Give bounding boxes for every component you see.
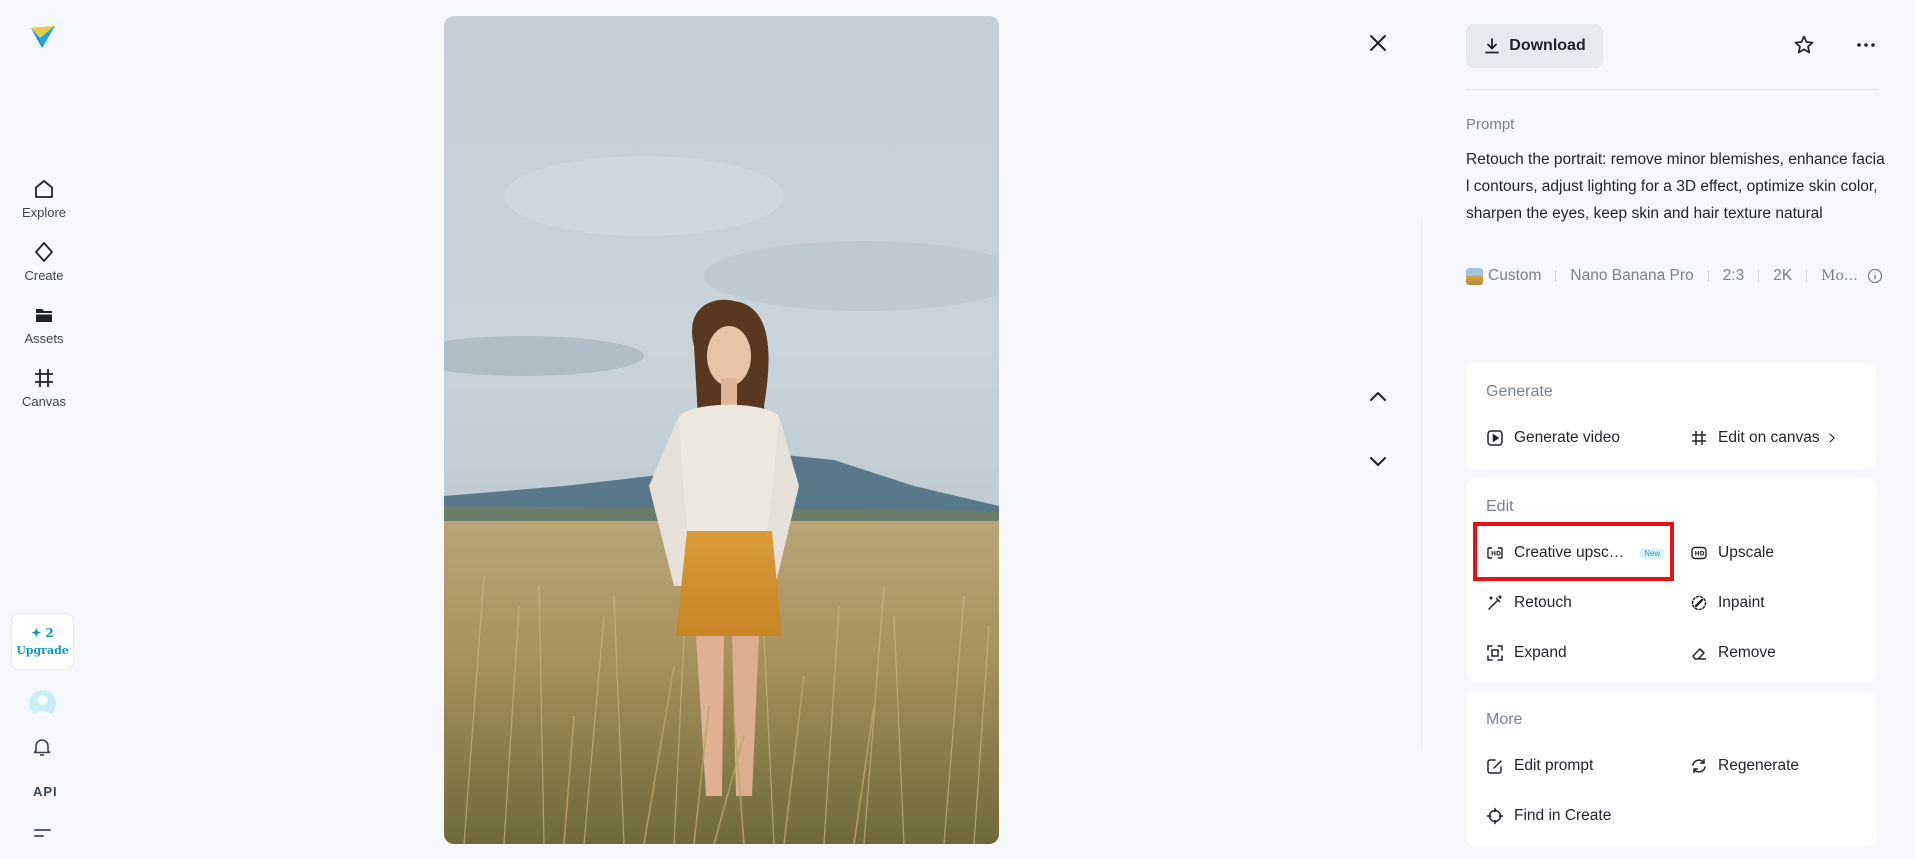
more-card: More Edit prompt Regenerate Find in Crea… [1466, 691, 1877, 846]
header-divider [1466, 89, 1877, 90]
eraser-icon [1692, 648, 1706, 660]
portrait-photo [444, 16, 999, 844]
panel-divider [1421, 220, 1422, 750]
regenerate-label: Regenerate [1718, 757, 1800, 774]
find-in-create-button[interactable]: Find in Create [1486, 801, 1611, 831]
crosshair-icon [1486, 807, 1504, 825]
diamond-icon [35, 242, 53, 262]
meta-resolution: 2K [1773, 267, 1793, 284]
expand-label: Expand [1514, 644, 1567, 661]
sidebar-item-assets[interactable]: Assets [0, 303, 88, 359]
refresh-icon [1692, 758, 1706, 774]
prompt-label: Prompt [1466, 116, 1515, 133]
edit-card: Edit HD Creative upsc… New HD Upscale Re… [1466, 478, 1877, 682]
more-options-icon[interactable] [1854, 33, 1878, 57]
regenerate-button[interactable]: Regenerate [1690, 751, 1799, 781]
details-panel: Download Prompt Retouch the portrait: re… [1466, 0, 1885, 859]
edit-square-icon [1487, 759, 1502, 774]
chevron-down-icon[interactable] [1366, 449, 1390, 473]
magic-wand-icon [1488, 595, 1502, 610]
edit-on-canvas-label: Edit on canvas [1718, 429, 1820, 446]
meta-model: Nano Banana Pro [1570, 267, 1694, 284]
meta-separator [1555, 270, 1557, 282]
avatar[interactable] [29, 690, 56, 717]
brush-dotted-icon [1691, 595, 1707, 611]
inpaint-label: Inpaint [1718, 594, 1765, 611]
credits-count: ✦ 2 [31, 626, 54, 640]
more-title: More [1486, 711, 1523, 728]
upgrade-button[interactable]: ✦ 2 Upgrade [11, 613, 74, 670]
hd-plus-icon: HD [1487, 547, 1503, 559]
edit-title: Edit [1486, 498, 1514, 515]
home-icon [35, 180, 53, 198]
sidebar-item-label: Explore [21, 205, 67, 220]
edit-prompt-label: Edit prompt [1514, 757, 1594, 774]
expand-icon [1487, 645, 1503, 661]
edit-prompt-button[interactable]: Edit prompt [1486, 751, 1593, 781]
remove-button[interactable]: Remove [1690, 638, 1776, 668]
find-in-create-label: Find in Create [1514, 807, 1612, 824]
chevron-up-icon[interactable] [1366, 385, 1390, 409]
new-badge: New [1640, 547, 1665, 559]
bell-icon[interactable] [30, 735, 54, 759]
menu-icon[interactable] [33, 827, 53, 843]
app-logo-icon[interactable] [28, 22, 58, 52]
sidebar-item-canvas[interactable]: Canvas [0, 366, 88, 422]
edit-on-canvas-button[interactable]: Edit on canvas [1690, 423, 1838, 453]
creative-upscale-button[interactable]: HD Creative upsc… New [1486, 538, 1665, 568]
sidebar-item-create[interactable]: Create [0, 240, 88, 296]
generation-meta: Custom Nano Banana Pro 2:3 2K Mo… [1466, 265, 1886, 287]
download-icon [1485, 38, 1500, 54]
user-avatar-icon [33, 695, 52, 717]
meta-separator [1806, 270, 1808, 282]
remove-label: Remove [1718, 644, 1776, 661]
api-link[interactable]: API [33, 784, 58, 799]
folder-icon [36, 309, 52, 322]
play-square-icon [1487, 430, 1503, 446]
generate-video-button[interactable]: Generate video [1486, 423, 1620, 453]
sidebar-item-label: Assets [24, 331, 64, 346]
sidebar-item-label: Canvas [21, 394, 67, 409]
svg-text:HD: HD [1491, 551, 1501, 558]
meta-style: Custom [1488, 267, 1542, 284]
meta-separator [1707, 270, 1709, 282]
style-thumbnail-icon [1466, 267, 1483, 285]
hd-icon: HD [1691, 546, 1707, 560]
chevron-right-icon [1829, 433, 1835, 443]
download-button[interactable]: Download [1466, 24, 1603, 68]
star-icon[interactable] [1792, 33, 1816, 57]
creative-upscale-label: Creative upsc… [1514, 544, 1625, 561]
prompt-text: Retouch the portrait: remove minor blemi… [1466, 151, 1885, 222]
upscale-button[interactable]: HD Upscale [1690, 538, 1774, 568]
generate-card: Generate Generate video Edit on canvas [1466, 363, 1877, 469]
sidebar-item-label: Create [24, 268, 64, 283]
crop-grid-icon [35, 369, 53, 387]
meta-ratio: 2:3 [1722, 267, 1745, 284]
meta-more: Mo… [1821, 268, 1858, 284]
sidebar: Explore Create Assets Canvas ✦ 2 Upgrade… [0, 0, 88, 859]
inpaint-button[interactable]: Inpaint [1690, 588, 1765, 618]
expand-button[interactable]: Expand [1486, 638, 1567, 668]
generated-image [444, 16, 999, 844]
upscale-label: Upscale [1718, 544, 1774, 561]
retouch-button[interactable]: Retouch [1486, 588, 1572, 618]
crop-grid-icon [1692, 431, 1706, 445]
meta-separator [1758, 270, 1760, 282]
retouch-label: Retouch [1514, 594, 1572, 611]
svg-text:HD: HD [1695, 551, 1705, 558]
download-label: Download [1509, 37, 1586, 54]
sidebar-item-explore[interactable]: Explore [0, 177, 88, 233]
generate-video-label: Generate video [1514, 429, 1620, 446]
upgrade-label: Upgrade [16, 644, 69, 657]
generate-title: Generate [1486, 383, 1553, 400]
info-icon[interactable] [1867, 268, 1883, 284]
close-icon[interactable] [1366, 31, 1390, 55]
